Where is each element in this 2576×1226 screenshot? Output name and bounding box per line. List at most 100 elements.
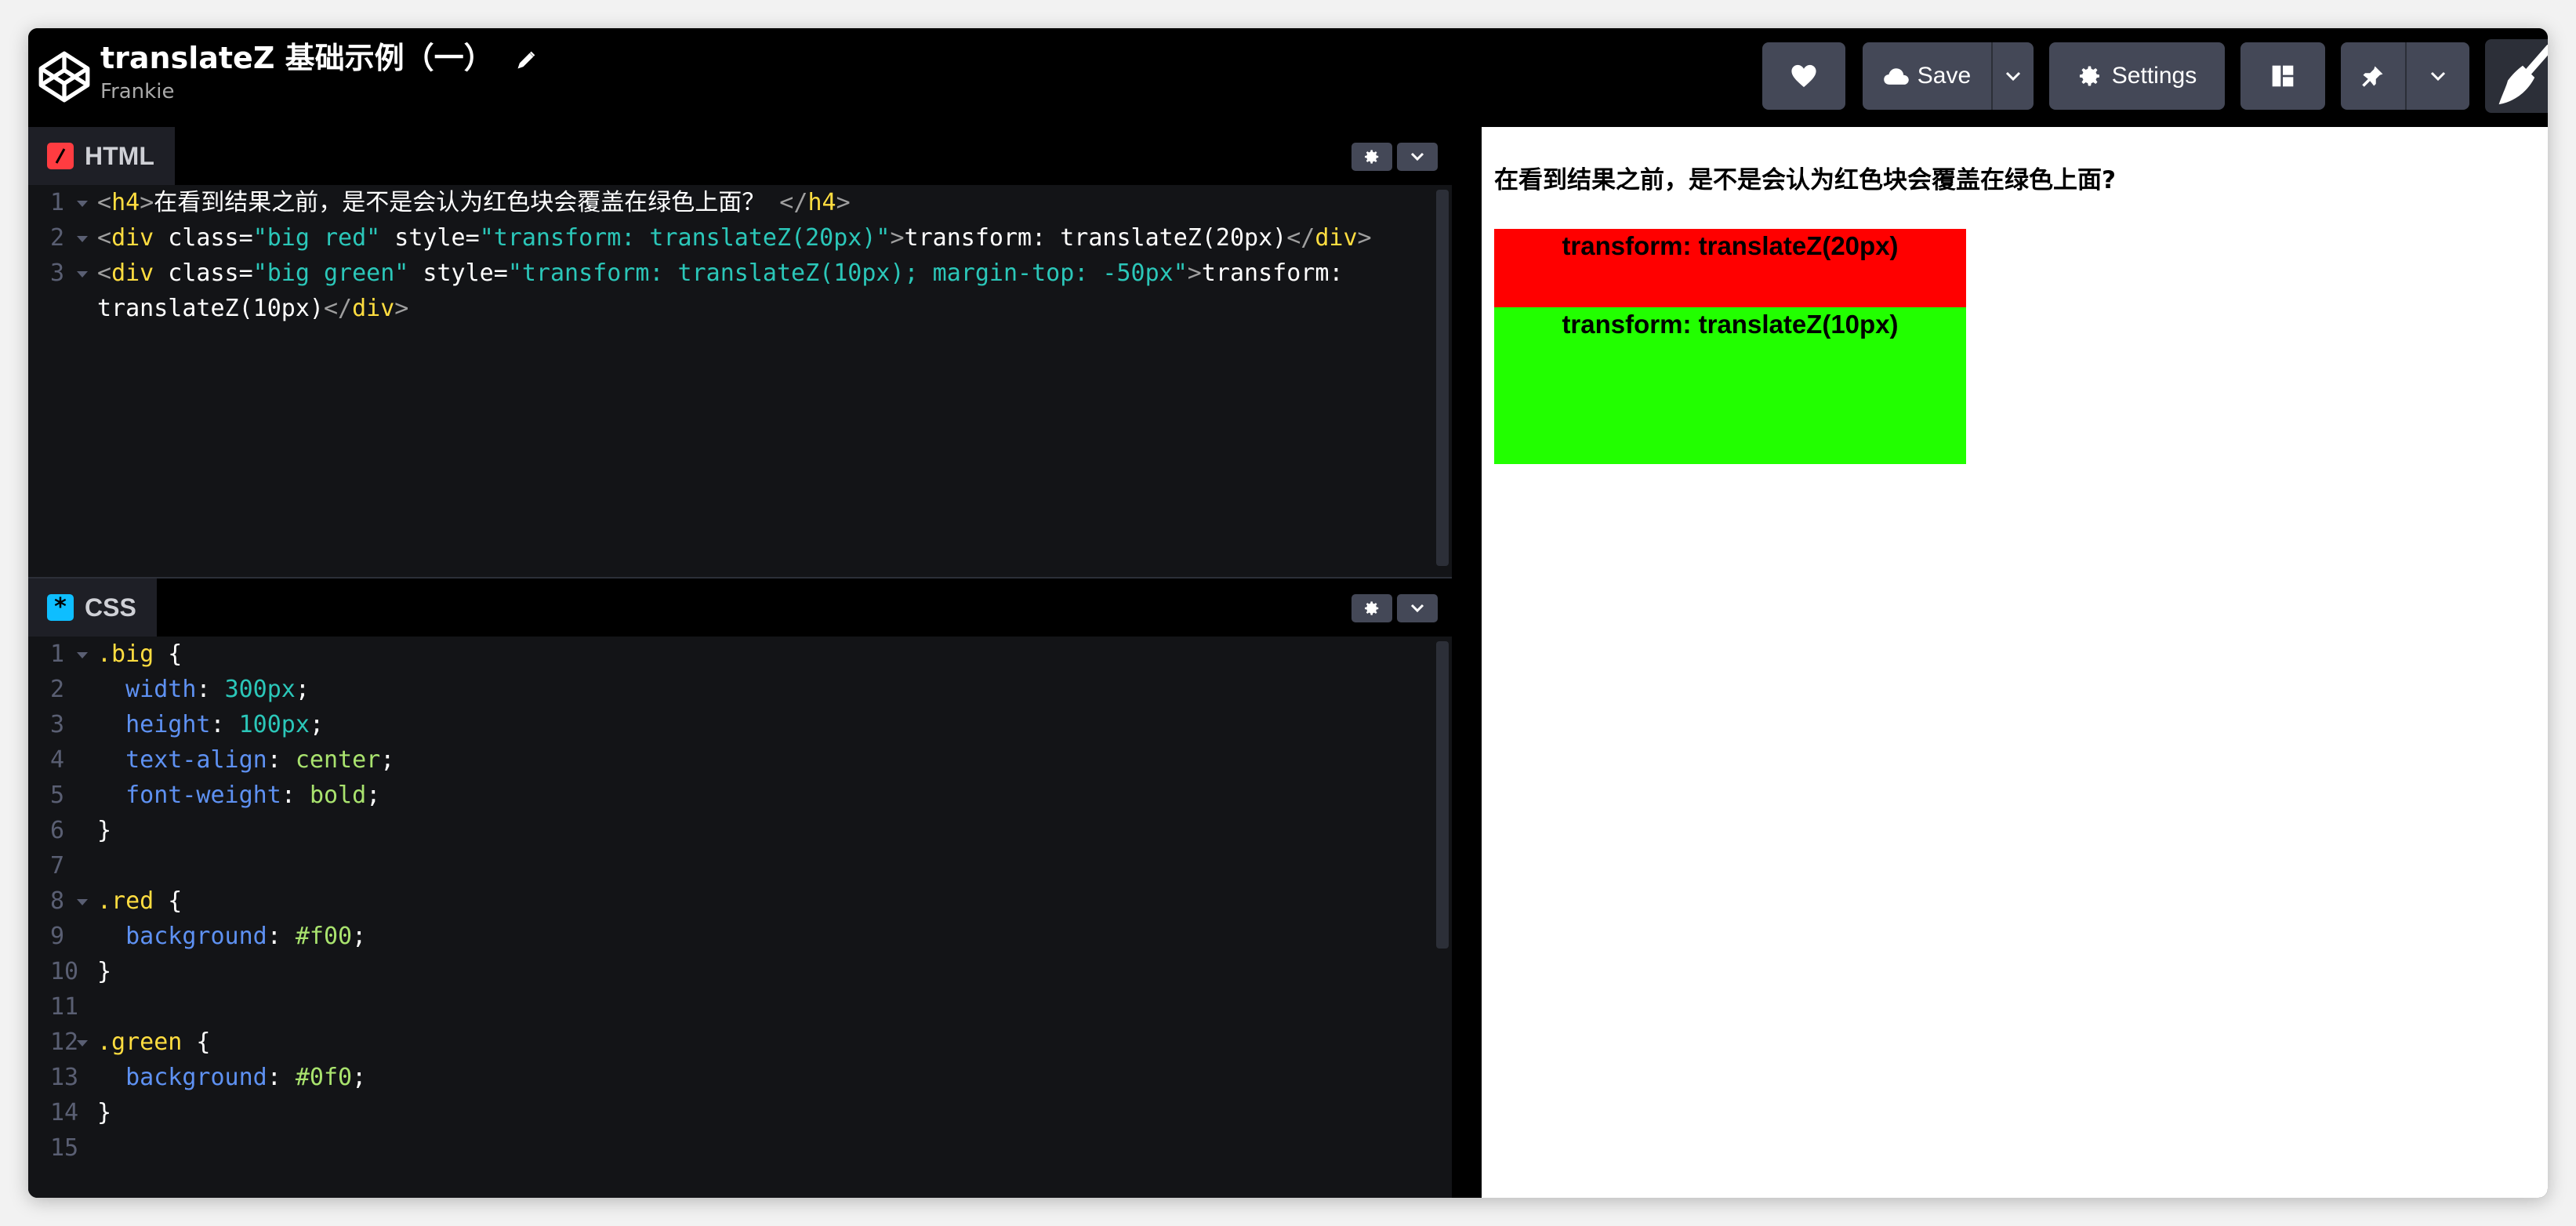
code-token: </ xyxy=(765,189,808,216)
code-token: > xyxy=(836,189,851,216)
code-token: bold xyxy=(309,782,367,809)
code-line[interactable]: 11 xyxy=(28,989,1452,1025)
css-code-area[interactable]: 1 .big {2 width: 300px; 3 height: 100px; 4 … xyxy=(28,637,1452,1166)
pin-button[interactable] xyxy=(2341,42,2405,110)
css-collapse-button[interactable] xyxy=(1397,594,1438,622)
love-button[interactable] xyxy=(1762,42,1845,110)
fold-toggle-icon[interactable] xyxy=(77,201,88,207)
settings-button[interactable]: Settings xyxy=(2049,42,2225,110)
code-line[interactable]: 1 .big { xyxy=(28,637,1452,672)
code-line[interactable]: 3 height: 100px; xyxy=(28,707,1452,742)
line-number: 2 xyxy=(50,676,65,703)
code-token: ; xyxy=(380,746,395,774)
code-line[interactable]: 13 background: #0f0; xyxy=(28,1060,1452,1095)
code-token: div xyxy=(352,295,395,322)
code-token: < xyxy=(97,259,112,287)
line-number: 15 xyxy=(50,1134,79,1162)
save-button-group: Save xyxy=(1863,42,2034,110)
code-text: translateZ(10px)</div> xyxy=(97,291,408,326)
code-token: height xyxy=(125,711,211,738)
css-settings-button[interactable] xyxy=(1351,594,1392,622)
fold-toggle-icon[interactable] xyxy=(77,1040,88,1046)
sweep-button[interactable] xyxy=(2485,39,2548,113)
code-text: font-weight: bold; xyxy=(97,778,380,813)
fold-toggle-icon[interactable] xyxy=(77,271,88,277)
code-line[interactable]: 6} xyxy=(28,813,1452,848)
pen-title-text[interactable]: translateZ 基础示例（一） xyxy=(100,41,494,75)
code-line[interactable]: 2 width: 300px; xyxy=(28,672,1452,707)
pencil-icon[interactable] xyxy=(515,49,537,71)
code-line[interactable]: 1 <h4>在看到结果之前，是不是会认为红色块会覆盖在绿色上面？ </h4> xyxy=(28,185,1452,220)
gear-icon xyxy=(1365,601,1379,615)
preview-heading: 在看到结果之前，是不是会认为红色块会覆盖在绿色上面? xyxy=(1494,166,2116,194)
code-token: "big green" xyxy=(252,259,409,287)
line-number: 13 xyxy=(50,1064,79,1091)
code-text: <h4>在看到结果之前，是不是会认为红色块会覆盖在绿色上面？ </h4> xyxy=(97,185,851,220)
gear-icon xyxy=(2079,66,2099,86)
codepen-logo-icon[interactable] xyxy=(38,50,91,103)
fold-toggle-icon[interactable] xyxy=(77,652,88,658)
code-token: : xyxy=(281,782,310,809)
code-text: background: #0f0; xyxy=(97,1060,366,1095)
css-scrollbar[interactable] xyxy=(1436,641,1449,949)
fold-toggle-icon[interactable] xyxy=(77,236,88,242)
code-token: div xyxy=(111,224,154,252)
code-token: translateZ(10px) xyxy=(97,295,324,322)
code-line[interactable]: 10} xyxy=(28,954,1452,989)
code-token: 300px xyxy=(224,676,296,703)
css-pane-header: * CSS xyxy=(28,579,1452,637)
heart-icon xyxy=(1791,64,1816,88)
pen-author[interactable]: Frankie xyxy=(100,80,537,103)
code-line[interactable]: 14} xyxy=(28,1095,1452,1130)
line-number: 11 xyxy=(50,993,79,1021)
code-token: class= xyxy=(154,259,253,287)
line-number: 10 xyxy=(50,958,79,985)
code-token: : xyxy=(196,676,225,703)
save-button[interactable]: Save xyxy=(1863,42,1991,110)
code-token: background xyxy=(125,1064,267,1091)
tab-css[interactable]: * CSS xyxy=(28,579,157,637)
code-line[interactable]: 9 background: #f00; xyxy=(28,919,1452,954)
html-code-area[interactable]: 1 <h4>在看到结果之前，是不是会认为红色块会覆盖在绿色上面？ </h4> 2 <d… xyxy=(28,185,1452,326)
code-line[interactable]: 7 xyxy=(28,848,1452,883)
html-settings-button[interactable] xyxy=(1351,143,1392,171)
chevron-down-icon xyxy=(2430,71,2446,82)
code-line[interactable]: 5 font-weight: bold; xyxy=(28,778,1452,813)
code-line[interactable]: 3 <div class="big green" style="transform… xyxy=(28,256,1452,291)
code-token: { xyxy=(154,640,183,668)
fold-toggle-icon[interactable] xyxy=(77,899,88,905)
code-token: .big xyxy=(97,640,154,668)
code-token: ; xyxy=(352,923,367,950)
code-token: ; xyxy=(309,711,324,738)
code-line[interactable]: 4 text-align: center; xyxy=(28,742,1452,778)
code-token: </ xyxy=(1286,224,1315,252)
code-text: } xyxy=(97,954,111,989)
line-number: 5 xyxy=(50,782,65,809)
code-token: > xyxy=(394,295,409,322)
red-box: transform: translateZ(20px) xyxy=(1494,229,1966,307)
pen-title-block: translateZ 基础示例（一） Frankie xyxy=(100,36,537,103)
broom-icon xyxy=(2498,45,2548,105)
pen-title[interactable]: translateZ 基础示例（一） xyxy=(100,36,537,80)
change-view-button[interactable] xyxy=(2240,42,2325,110)
line-number: 3 xyxy=(50,711,65,738)
code-line[interactable]: 2 <div class="big red" style="transform: … xyxy=(28,220,1452,256)
code-line[interactable]: 15 xyxy=(28,1130,1452,1166)
code-token: transform: xyxy=(1201,259,1344,287)
tab-html[interactable]: HTML xyxy=(28,127,175,185)
green-box: transform: translateZ(10px) xyxy=(1494,307,1966,464)
code-line-wrap[interactable]: translateZ(10px)</div> xyxy=(28,291,1452,326)
code-line[interactable]: 8 .red { xyxy=(28,883,1452,919)
pin-button-group xyxy=(2341,42,2469,110)
code-token: 100px xyxy=(238,711,310,738)
save-options-button[interactable] xyxy=(1993,42,2034,110)
code-token: > xyxy=(140,189,154,216)
html-scrollbar[interactable] xyxy=(1436,190,1449,566)
resize-divider[interactable] xyxy=(1452,127,1482,1198)
pin-options-button[interactable] xyxy=(2407,42,2469,110)
html-collapse-button[interactable] xyxy=(1397,143,1438,171)
settings-label: Settings xyxy=(2111,63,2197,89)
code-text: height: 100px; xyxy=(97,707,324,742)
code-line[interactable]: 12 .green { xyxy=(28,1025,1452,1060)
